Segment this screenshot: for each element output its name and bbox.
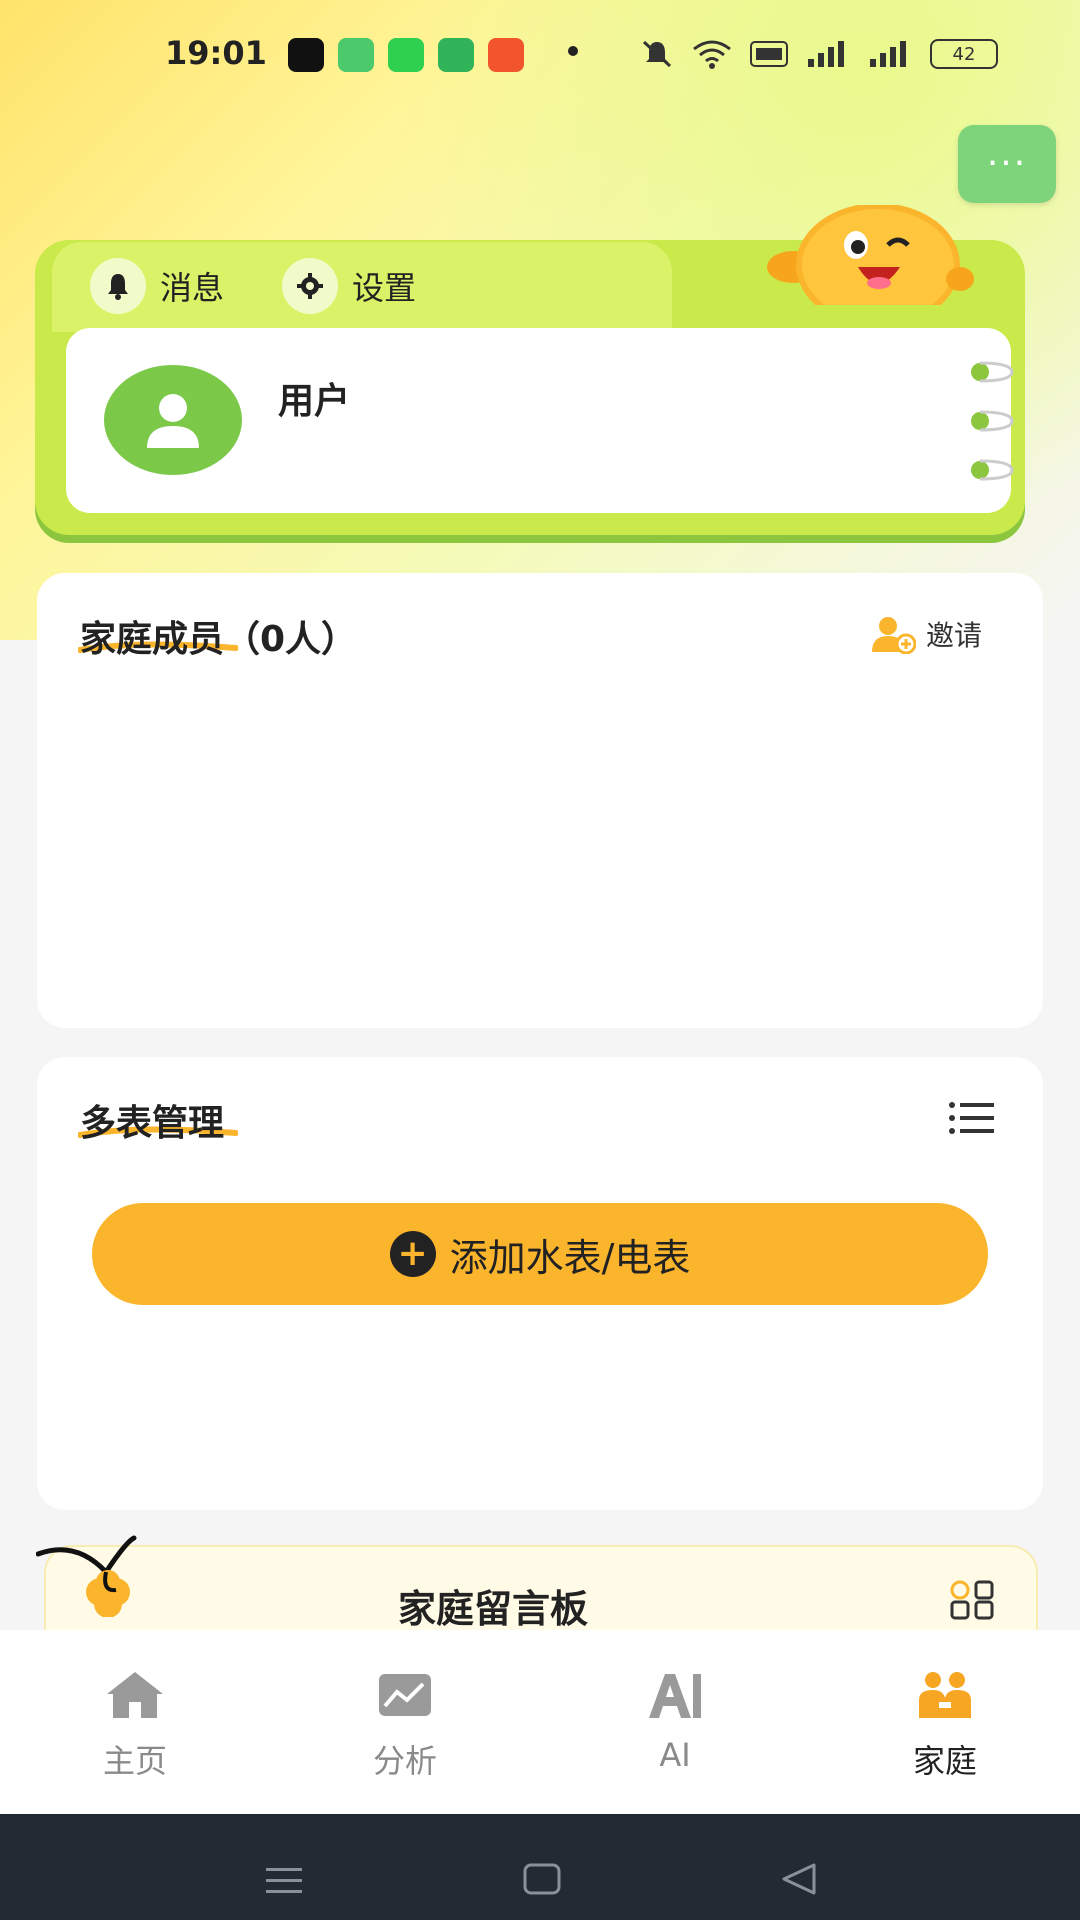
- add-meter-button[interactable]: + 添加水表/电表: [92, 1203, 988, 1305]
- home-icon: [107, 1672, 163, 1718]
- app-red-icon: [488, 38, 524, 72]
- battery-indicator: 42: [930, 39, 998, 69]
- user-icon: [147, 394, 199, 448]
- mute-icon: [642, 40, 672, 68]
- home-nav-icon[interactable]: [522, 1862, 562, 1896]
- bell-icon: [90, 258, 146, 314]
- avatar[interactable]: [104, 365, 242, 475]
- tab-family[interactable]: 家庭: [875, 1670, 1015, 1782]
- back-icon[interactable]: [780, 1862, 818, 1896]
- messages-icon: [338, 38, 374, 72]
- ai-icon: [649, 1674, 701, 1718]
- status-bar: 19:01 42: [0, 0, 1080, 110]
- tab-ai-label: AI: [659, 1736, 691, 1774]
- more-menu-button[interactable]: ···: [958, 125, 1056, 203]
- binder-ring-icon: [971, 459, 1014, 481]
- plus-circle-icon: +: [389, 1231, 436, 1277]
- tab-analysis-label: 分析: [372, 1742, 437, 1780]
- tiktok-icon: [288, 38, 324, 72]
- tab-ai[interactable]: AI: [605, 1670, 745, 1774]
- user-card-links: 消息 设置: [90, 258, 416, 314]
- tab-analysis[interactable]: 分析: [335, 1670, 475, 1782]
- more-dots-icon: ···: [986, 143, 1028, 184]
- status-time: 19:01: [165, 34, 267, 72]
- settings-link[interactable]: 设置: [282, 258, 416, 314]
- flower-doodle-icon: [36, 1535, 137, 1617]
- message-board-title: 家庭留言板: [398, 1587, 589, 1631]
- user-name: 用户: [278, 381, 351, 422]
- binder-ring-icon: [971, 361, 1014, 383]
- family-members-title: 家庭成员（0人）: [80, 619, 358, 660]
- signal-icon-2: [870, 41, 906, 67]
- tab-family-label: 家庭: [912, 1742, 977, 1780]
- add-meter-label: 添加水表/电表: [449, 1235, 691, 1280]
- messages-link[interactable]: 消息: [90, 258, 224, 314]
- list-icon[interactable]: [948, 1100, 996, 1136]
- wifi-icon: [693, 40, 731, 69]
- dot-icon: [568, 46, 578, 56]
- mascot-icon: [767, 205, 974, 305]
- settings-label: 设置: [352, 269, 417, 307]
- family-icon: [919, 1672, 971, 1718]
- chart-icon: [379, 1674, 431, 1716]
- tab-home-label: 主页: [102, 1742, 167, 1780]
- shield-app-icon: [438, 38, 474, 72]
- notification-app-icons: [288, 38, 524, 72]
- gear-icon: [282, 258, 339, 314]
- invite-label: 邀请: [926, 619, 983, 652]
- grid-icon[interactable]: [950, 1580, 996, 1620]
- battery-level: 42: [952, 43, 976, 65]
- status-indicators: 42: [640, 38, 998, 70]
- hd-icon: [750, 41, 788, 67]
- system-nav-bar: [0, 1814, 1080, 1920]
- recent-apps-icon[interactable]: [264, 1866, 304, 1896]
- signal-icon: [808, 41, 844, 67]
- tab-home[interactable]: 主页: [65, 1670, 205, 1782]
- wechat-icon: [388, 38, 424, 72]
- invite-button[interactable]: 邀请: [870, 614, 982, 654]
- meter-management-title: 多表管理: [80, 1103, 225, 1144]
- binder-ring-icon: [971, 410, 1014, 432]
- messages-label: 消息: [160, 269, 225, 307]
- add-user-icon: [872, 617, 916, 654]
